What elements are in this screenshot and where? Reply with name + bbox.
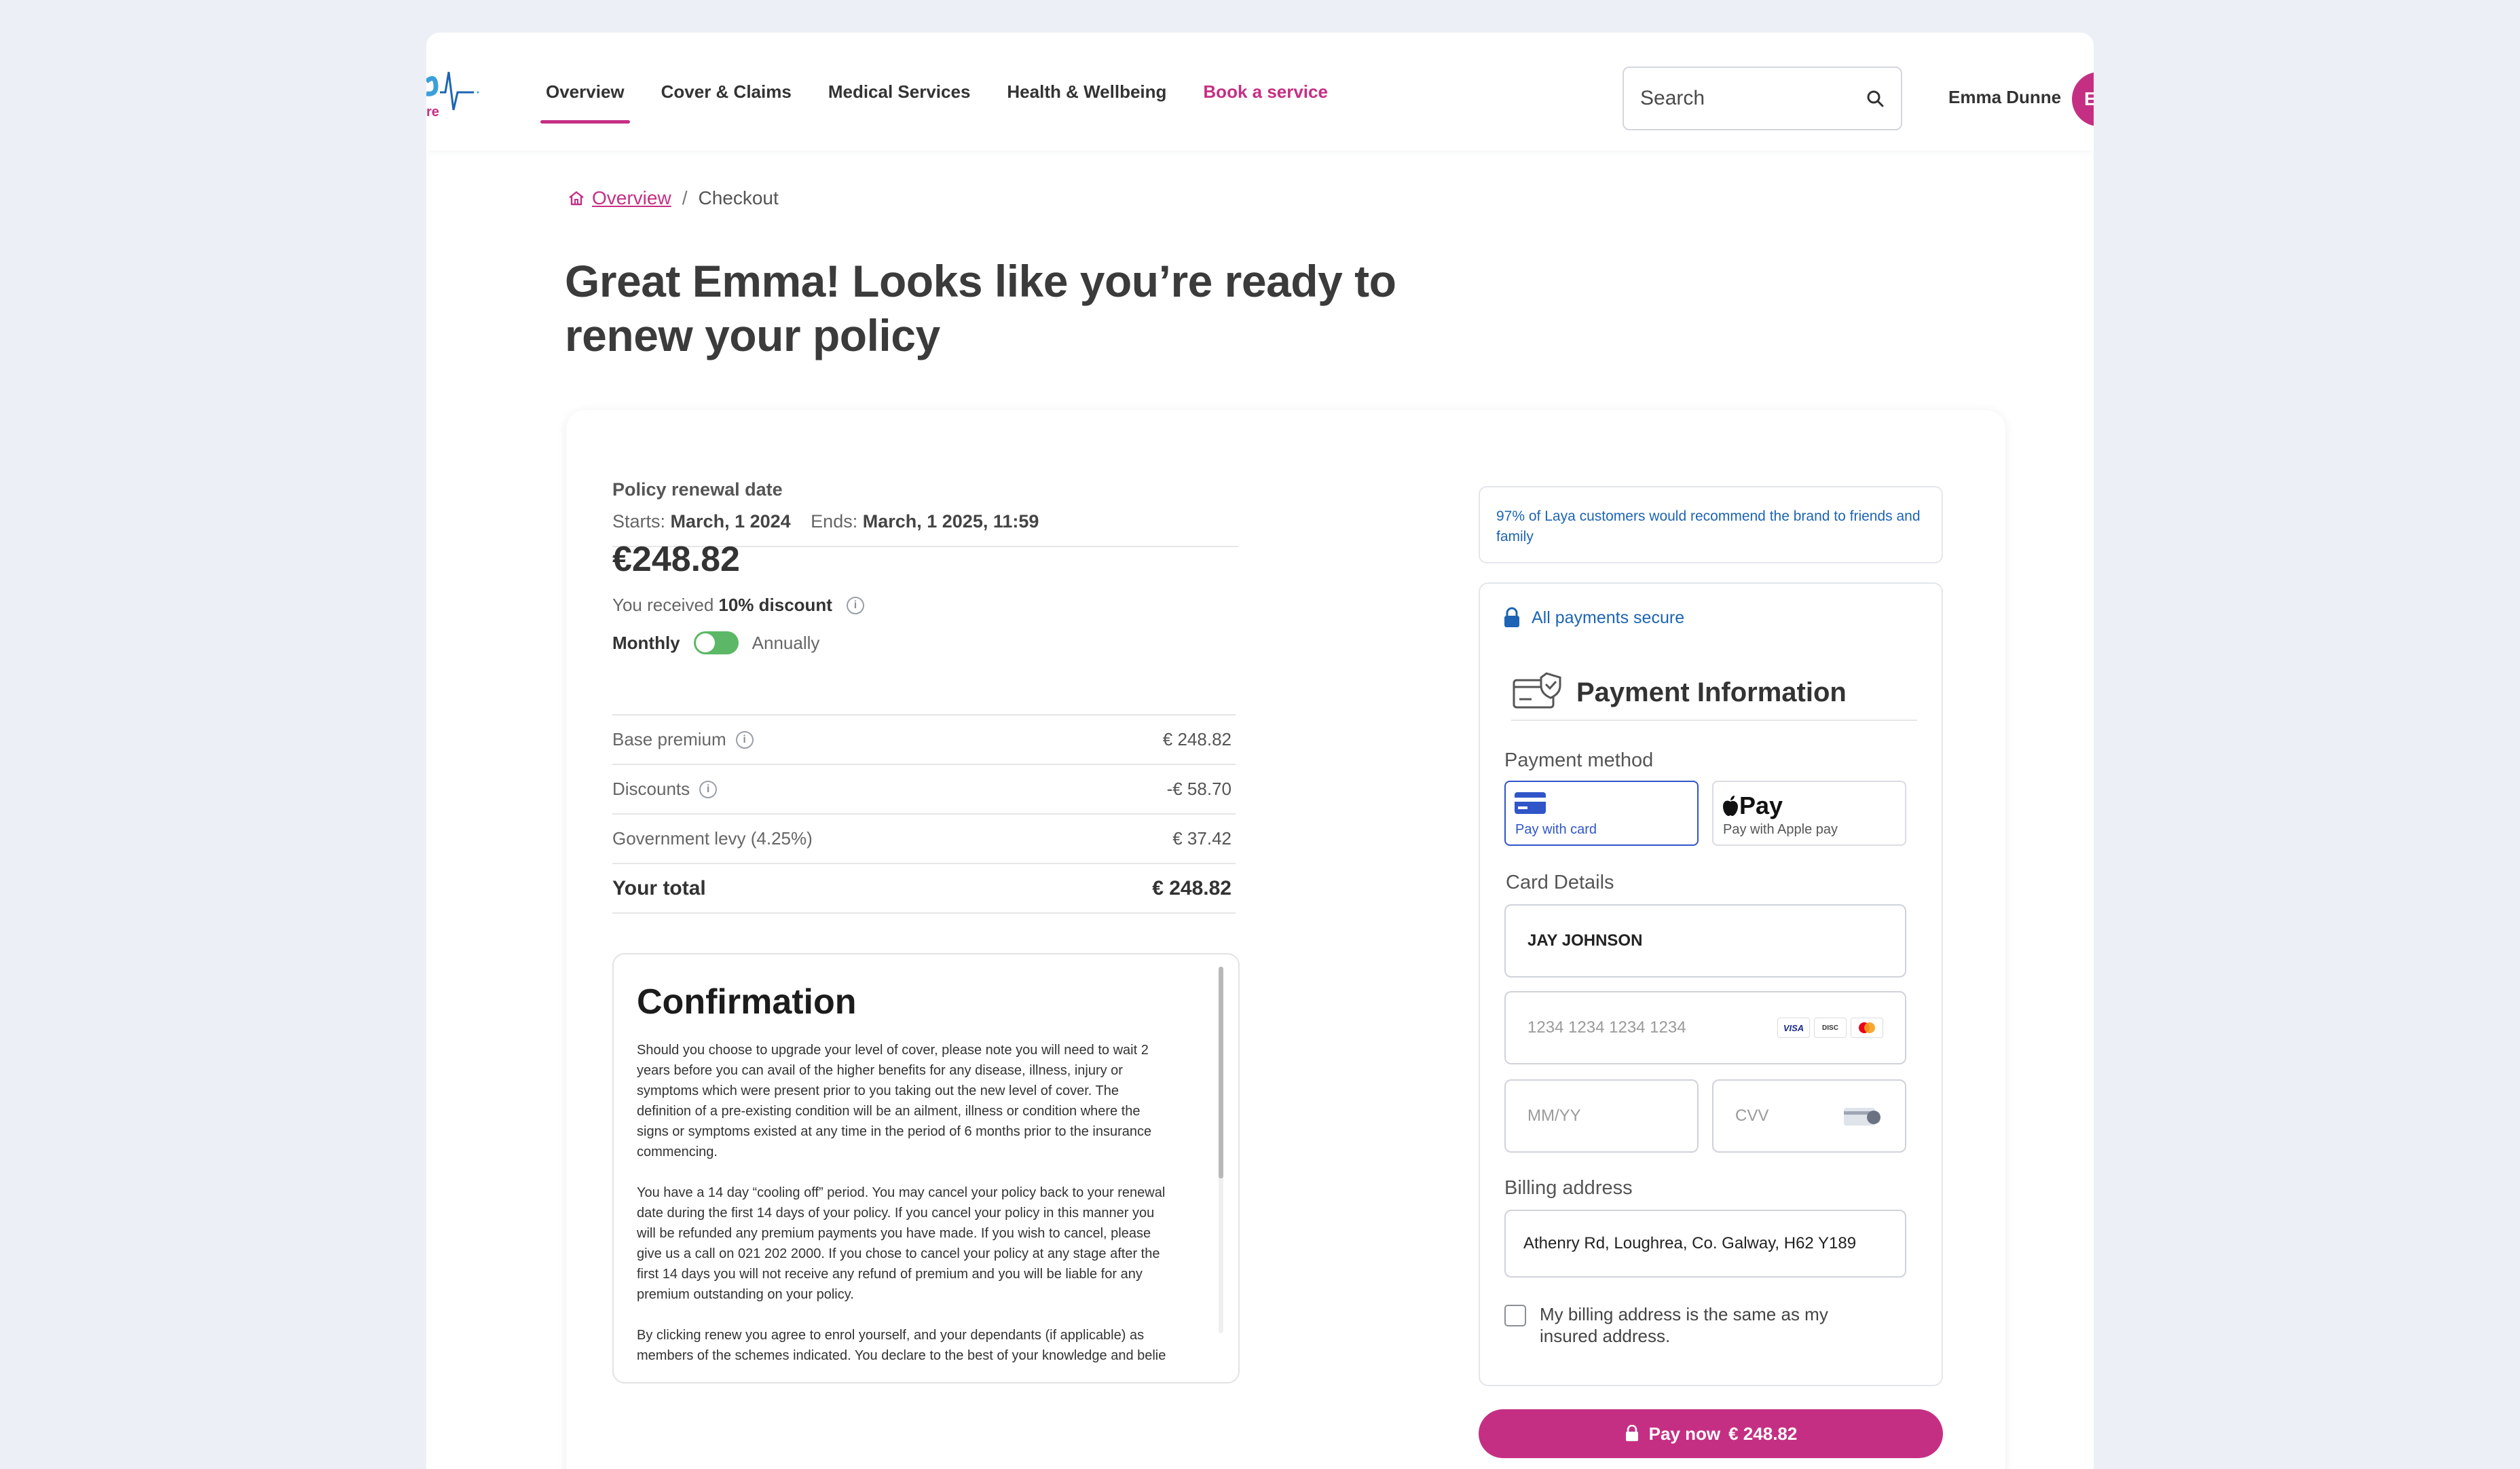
main-nav: Overview Cover & Claims Medical Services… [540,33,1365,151]
mastercard-icon [1851,1018,1883,1038]
same-address-checkbox[interactable] [1504,1305,1526,1326]
apple-pay-logo: Pay [1722,792,1897,820]
discount-prefix: You received [612,595,714,615]
card-number-field[interactable]: 1234 1234 1234 1234 VISA DISC [1504,991,1906,1064]
breakdown-value: -€ 58.70 [1166,779,1231,799]
confirmation-paragraph: You have a 14 day “cooling off” period. … [637,1185,1166,1302]
policy-price: €248.82 [612,540,740,579]
trust-note: 97% of Laya customers would recommend th… [1479,486,1943,563]
user-name[interactable]: Emma Dunne [1948,87,2061,108]
policy-renewal-section: Policy renewal date Starts: March, 1 202… [612,479,1238,547]
starts-label: Starts: [612,511,666,532]
search-input[interactable]: Search [1623,67,1902,130]
confirmation-panel[interactable]: Confirmation Should you choose to upgrad… [612,953,1240,1383]
pay-now-button[interactable]: Pay now € 248.82 [1479,1409,1943,1458]
confirmation-paragraph: By clicking renew you agree to enrol you… [637,1328,1166,1363]
frequency-switch[interactable] [693,631,739,654]
home-icon [569,191,584,206]
card-number-placeholder: 1234 1234 1234 1234 [1527,1018,1686,1037]
breadcrumb-current: Checkout [698,187,779,208]
scrollbar-thumb[interactable] [1219,967,1223,1178]
confirmation-title: Confirmation [637,982,857,1022]
billing-address-field[interactable]: Athenry Rd, Loughrea, Co. Galway, H62 Y1… [1504,1210,1906,1278]
avatar[interactable]: E [2072,72,2094,126]
payment-info-title: Payment Information [1576,677,1847,707]
breakdown-row-base-premium: Base premium i € 248.82 [612,715,1236,765]
cvv-card-icon [1844,1108,1880,1126]
pay-with-card-option[interactable]: Pay with card [1504,781,1699,846]
expiry-field[interactable]: MM/YY [1504,1079,1699,1153]
cvv-placeholder: CVV [1735,1107,1769,1125]
apple-icon [1723,796,1738,816]
search-placeholder: Search [1640,87,1705,109]
billing-address-label: Billing address [1504,1177,1633,1199]
pay-with-card-label: Pay with card [1515,822,1597,837]
discover-icon: DISC [1814,1018,1847,1038]
breakdown-label: Discounts [612,779,690,799]
search-icon[interactable] [1866,89,1885,108]
total-label: Your total [612,876,706,899]
apple-pay-brand: Pay [1739,792,1783,819]
brand-logo[interactable]: re [426,68,487,122]
nav-book-service[interactable]: Book a service [1203,33,1328,151]
lock-icon [1504,607,1519,627]
logo-text: re [426,105,439,119]
same-address-option[interactable]: My billing address is the same as my ins… [1504,1303,1838,1347]
toggle-monthly-label[interactable]: Monthly [612,633,680,654]
pay-now-label: Pay now [1648,1423,1721,1444]
confirmation-text: Should you choose to upgrade your level … [637,1040,1200,1375]
breakdown-row-total: Your total € 248.82 [612,864,1236,914]
billing-frequency-toggle: Monthly Annually [612,631,819,654]
nav-medical-services[interactable]: Medical Services [828,33,971,151]
cvv-field[interactable]: CVV [1712,1079,1906,1153]
breakdown-value: € 248.82 [1162,729,1231,749]
card-details-label: Card Details [1506,872,1614,893]
price-breakdown: Base premium i € 248.82 Discounts i -€ 58.… [612,714,1236,914]
pay-now-amount: € 248.82 [1728,1423,1798,1444]
breakdown-row-government-levy: Government levy (4.25%) € 37.42 [612,815,1236,864]
total-value: € 248.82 [1152,876,1231,899]
renewal-title: Policy renewal date [612,479,783,500]
breakdown-label: Base premium [612,729,726,749]
breadcrumb-separator: / [682,187,688,208]
ends-value: March, 1 2025, 11:59 [862,511,1039,532]
secure-label: All payments secure [1532,608,1685,627]
credit-card-icon [1515,792,1546,814]
pay-with-apple-option[interactable]: Pay Pay with Apple pay [1712,781,1906,846]
switch-knob [695,633,715,652]
info-icon[interactable]: i [735,730,754,749]
breakdown-value: € 37.42 [1172,828,1231,849]
app-window: re Overview Cover & Claims Medical Servi… [426,33,2094,1469]
payment-info-header: Payment Information [1511,665,1917,721]
breadcrumb-overview-link[interactable]: Overview [592,187,671,209]
payment-form: All payments secure Payment Information … [1479,582,1943,1386]
starts-value: March, 1 2024 [670,511,791,532]
page-title: Great Emma! Looks like you’re ready to r… [565,256,1396,360]
nav-overview[interactable]: Overview [540,33,630,151]
toggle-annually-label[interactable]: Annually [752,633,820,654]
breakdown-row-discounts: Discounts i -€ 58.70 [612,765,1236,815]
ends-label: Ends: [811,511,858,532]
visa-icon: VISA [1777,1018,1810,1038]
payment-method-label: Payment method [1504,749,1654,771]
checkout-card: Policy renewal date Starts: March, 1 202… [566,410,2005,1469]
breadcrumb: Overview / Checkout [568,187,779,209]
cardholder-name-field[interactable]: JAY JOHNSON [1504,904,1906,978]
same-address-label: My billing address is the same as my ins… [1540,1304,1828,1346]
discount-value: 10% discount [718,595,832,615]
card-brands: VISA DISC [1777,1018,1883,1038]
top-header: re Overview Cover & Claims Medical Servi… [426,33,2094,151]
secure-notice: All payments secure [1503,607,1684,629]
nav-health-wellbeing[interactable]: Health & Wellbeing [1007,33,1166,151]
confirmation-paragraph: Should you choose to upgrade your level … [637,1043,1152,1159]
pay-with-apple-label: Pay with Apple pay [1723,822,1838,837]
confirmation-scrollbar[interactable] [1219,967,1223,1333]
info-icon[interactable]: i [699,780,718,798]
breakdown-label: Government levy (4.25%) [612,828,813,849]
nav-cover-claims[interactable]: Cover & Claims [661,33,792,151]
info-icon[interactable]: i [846,596,864,614]
lock-icon [1625,1425,1638,1441]
discount-line: You received 10% discount i [612,595,864,616]
card-shield-icon [1513,672,1561,709]
